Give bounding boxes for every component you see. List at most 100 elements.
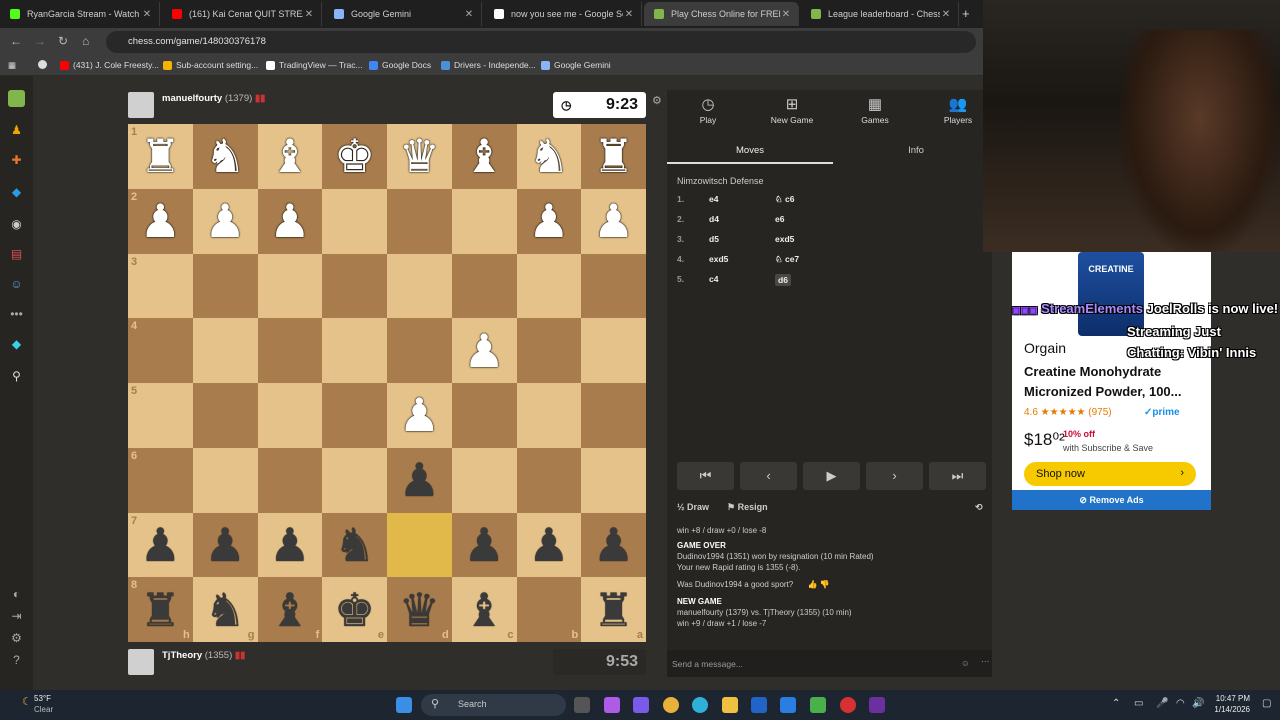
wifi-icon[interactable]: ◠ [1176,698,1185,709]
bottom-player-avatar[interactable] [128,649,154,675]
black-queen-piece[interactable]: ♛ [387,577,452,642]
tab-moves[interactable]: Moves [667,138,833,164]
black-bishop-piece[interactable]: ♝ [452,577,517,642]
bookmark-item[interactable]: TradingView — Trac... [266,60,363,70]
white-pawn-piece[interactable]: ♟ [258,189,323,254]
board-square[interactable]: ♟ [387,447,452,513]
black-bishop-piece[interactable]: ♝ [258,577,323,642]
board-square[interactable]: 3 [128,253,193,319]
board-square[interactable] [192,447,258,513]
board-square[interactable] [322,318,387,383]
board-square[interactable] [451,253,517,319]
close-icon[interactable]: ✕ [141,9,153,20]
store-icon[interactable] [751,697,767,713]
board-square[interactable]: ♟ [451,512,517,578]
last-move-button[interactable]: ⏭ [929,462,986,490]
app-icon[interactable] [633,697,649,713]
board-square[interactable]: ♝ [257,124,323,189]
play-icon[interactable]: ♟ [8,122,25,139]
board-square[interactable] [516,318,582,383]
black-pawn-piece[interactable]: ♟ [128,513,193,578]
forward-icon[interactable]: → [34,34,46,48]
board-square[interactable] [451,383,517,448]
board-square[interactable] [387,512,452,578]
settings-icon[interactable]: ⚙ [8,630,25,647]
white-pawn-piece[interactable]: ♟ [517,189,582,254]
board-square[interactable]: 7 ♟ [128,512,193,578]
board-square[interactable] [322,188,387,254]
white-pawn-piece[interactable]: ♟ [452,318,517,383]
volume-icon[interactable]: 🔊 [1192,698,1204,709]
tab-new-game[interactable]: ⊞ New Game [757,95,827,125]
chrome-icon[interactable] [663,697,679,713]
board-settings-icon[interactable]: ⚙ [652,94,662,107]
taskbar-search[interactable]: ⚲ Search [421,694,566,716]
board-square[interactable]: ♞ [516,124,582,189]
learn-icon[interactable]: ◆ [8,184,25,201]
board-square[interactable]: ♟ [192,512,258,578]
chess-board[interactable]: 1 ♜ ♞ ♝ ♚ ♛ ♝ ♞ ♜ 2 ♟ ♟ ♟ ♟ ♟ 3 4 ♟ 5 ♟ 6 ♟ 7 ♟ ♟ ♟ ♞ ♟ ♟ ♟ 8 h ♜ g ♞ f ♝ e ♚ d… [128,124,646,642]
white-knight-piece[interactable]: ♞ [193,124,258,189]
browser-tab[interactable]: Google Gemini ✕ [324,2,482,26]
board-square[interactable]: ♚ [322,124,387,189]
apps-icon[interactable]: ▦ [8,60,16,71]
board-square[interactable] [192,253,258,319]
board-square[interactable]: d ♛ [387,577,452,642]
white-pawn-piece[interactable]: ♟ [581,189,646,254]
board-square[interactable]: 1 ♜ [128,124,193,189]
move-black[interactable]: ♘ ce7 [775,254,799,265]
board-square[interactable] [257,383,323,448]
weather-temp[interactable]: 53°F [34,694,51,703]
mic-icon[interactable]: 🎤 [1156,698,1168,709]
board-square[interactable] [322,383,387,448]
board-square[interactable] [257,253,323,319]
news-icon[interactable]: ▤ [8,246,25,263]
white-knight-piece[interactable]: ♞ [517,124,582,189]
close-icon[interactable]: ✕ [623,9,635,20]
board-square[interactable]: e ♚ [322,577,387,642]
board-square[interactable] [581,253,646,319]
board-square[interactable] [581,447,646,513]
board-square[interactable]: ♟ [581,188,646,254]
first-move-button[interactable]: ⏮ [677,462,734,490]
white-bishop-piece[interactable]: ♝ [452,124,517,189]
board-square[interactable]: ♟ [516,188,582,254]
board-square[interactable]: 4 [128,318,193,383]
move-black[interactable]: e6 [775,214,784,224]
white-rook-piece[interactable]: ♜ [128,124,193,189]
board-square[interactable]: 8 h ♜ [128,577,193,642]
browser-tab[interactable]: (161) Kai Cenat QUIT STREAMING✕ [162,2,322,26]
bookmark-item[interactable]: Drivers - Independe... [441,60,536,70]
help-icon[interactable]: ? [8,652,25,669]
board-square[interactable] [451,447,517,513]
move-black[interactable]: d6 [775,274,791,286]
board-square[interactable] [322,447,387,513]
new-tab-button[interactable]: + [962,6,970,21]
clock-time[interactable]: 10:47 PM [1214,694,1250,703]
board-square[interactable]: ♜ [581,124,646,189]
board-square[interactable]: ♟ [581,512,646,578]
reload-icon[interactable]: ↻ [58,34,68,48]
tab-play[interactable]: ◷ Play [673,95,743,125]
move-white[interactable]: exd5 [709,254,728,264]
notifications-icon[interactable]: ▢ [1262,698,1271,709]
board-square[interactable]: 5 [128,383,193,448]
black-pawn-piece[interactable]: ♟ [258,513,323,578]
home-icon[interactable]: ⌂ [82,34,89,48]
board-square[interactable] [387,253,452,319]
black-pawn-piece[interactable]: ♟ [517,513,582,578]
bookmark-item[interactable]: Sub-account setting... [163,60,258,70]
close-icon[interactable]: ✕ [463,9,475,20]
board-square[interactable] [257,318,323,383]
board-square[interactable] [257,447,323,513]
board-square[interactable] [451,188,517,254]
board-square[interactable]: 2 ♟ [128,188,193,254]
black-rook-piece[interactable]: ♜ [581,577,646,642]
watch-icon[interactable]: ◉ [8,216,25,233]
diamond-icon[interactable]: ◆ [8,336,25,353]
board-square[interactable] [516,447,582,513]
next-move-button[interactable]: › [866,462,923,490]
board-square[interactable]: ♟ [257,188,323,254]
task-view-icon[interactable] [574,697,590,713]
chrome-icon[interactable] [38,60,51,69]
